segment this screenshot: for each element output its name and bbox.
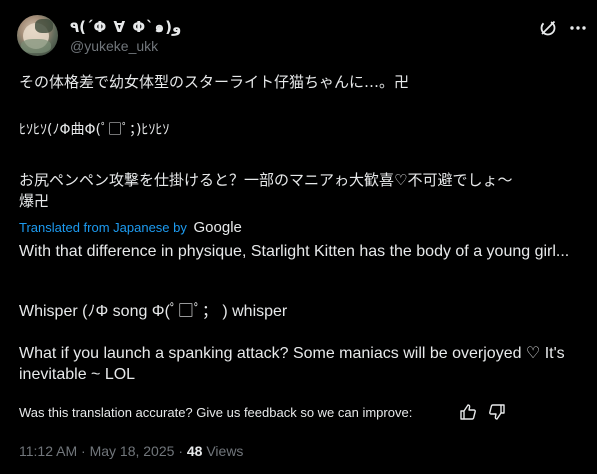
meta-separator: ·	[81, 443, 86, 459]
post-header: ٩(´Φ ∀ Φ`๑)و @yukeke_ukk	[17, 12, 597, 58]
post-meta: 11:12 AM · May 18, 2025 · 48 Views	[19, 443, 243, 459]
thumbs-down-icon[interactable]	[488, 403, 506, 421]
author-handle[interactable]: @yukeke_ukk	[70, 38, 158, 54]
thumbs-up-icon[interactable]	[459, 403, 477, 421]
post-time[interactable]: 11:12 AM	[19, 443, 77, 459]
avatar[interactable]	[17, 15, 58, 56]
translator-name: Google	[193, 219, 242, 236]
original-text-line: ﾋｿﾋｿ(ﾉΦ曲Φ(ﾟ□ﾟ；)ﾋｿﾋｿ	[19, 122, 170, 138]
views-label: Views	[206, 443, 244, 459]
translation-attribution-label: Translated from Japanese by	[19, 220, 187, 235]
post-date[interactable]: May 18, 2025	[90, 443, 175, 459]
translation-text-line: Whisper (ﾉΦ song Φ(ﾟ□ﾟ； ) whisper	[19, 303, 288, 320]
original-text-line: その体格差で幼女体型のスターライト仔猫ちゃんに…。卍	[19, 73, 410, 91]
translation-attribution[interactable]: Translated from Japanese by Google	[19, 219, 242, 236]
more-icon[interactable]	[568, 20, 588, 36]
views-count: 48	[186, 443, 203, 459]
meta-separator: ·	[178, 443, 183, 459]
translation-feedback-prompt: Was this translation accurate? Give us f…	[19, 405, 413, 420]
author-display-name[interactable]: ٩(´Φ ∀ Φ`๑)و	[70, 15, 181, 39]
original-text-line: お尻ペンペン攻撃を仕掛けると？一部のマニアゎ大歓喜♡不可避でしょ〜	[19, 171, 513, 189]
translation-text-line: What if you launch a spanking attack? So…	[19, 345, 565, 383]
translation-text-line: With that difference in physique, Starli…	[19, 243, 570, 260]
original-text-line: 爆卍	[19, 192, 50, 210]
grok-icon[interactable]	[539, 19, 557, 37]
